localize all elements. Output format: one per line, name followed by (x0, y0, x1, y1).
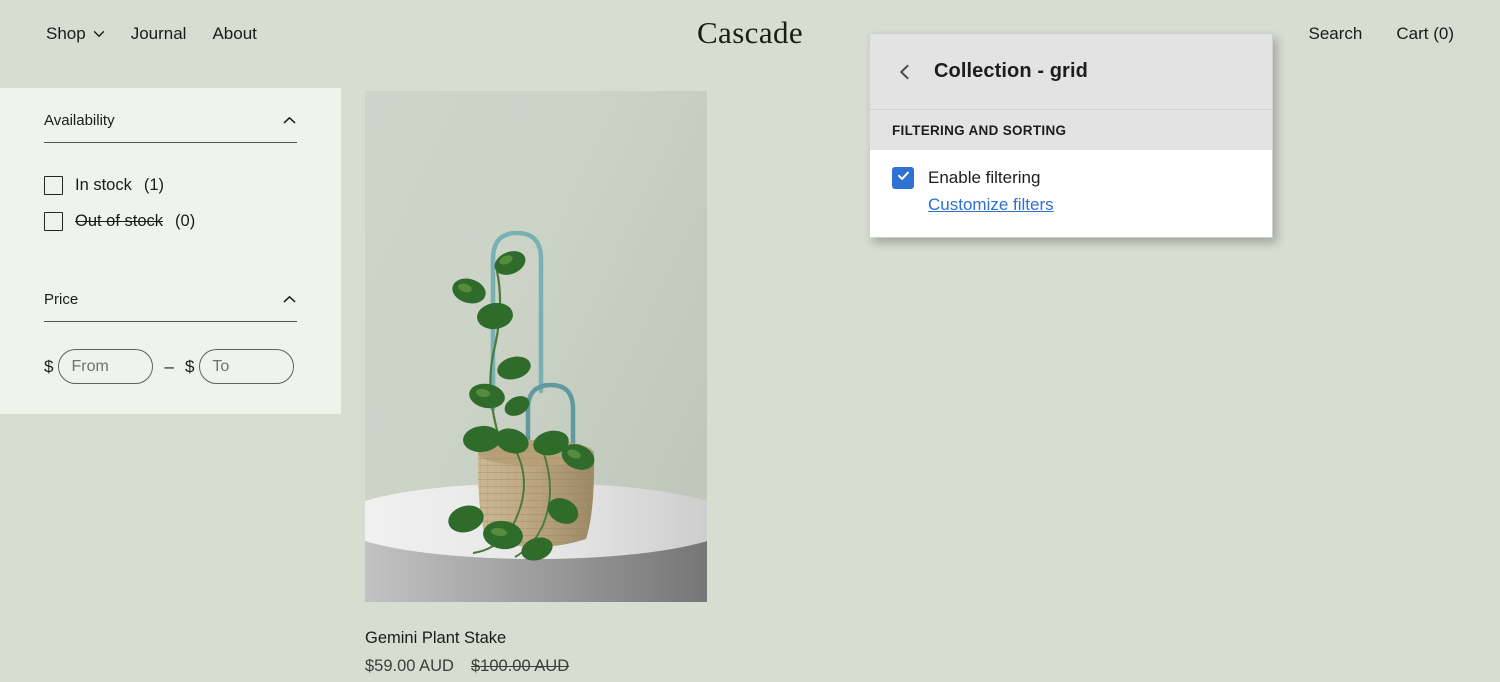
panel-section-title: FILTERING AND SORTING (870, 110, 1272, 150)
filter-group-price-title: Price (44, 291, 79, 308)
nav-item-shop[interactable]: Shop (46, 25, 105, 42)
filter-group-availability: Availability In stock (1) Out of stock (… (44, 98, 297, 239)
checkbox-enable-filtering[interactable] (892, 167, 914, 189)
nav-item-shop-label: Shop (46, 23, 86, 43)
currency-symbol-from: $ (44, 356, 54, 376)
site-header: Shop Journal About Cascade Search Cart (… (0, 0, 1500, 66)
panel-header: Collection - grid (870, 34, 1272, 110)
product-image[interactable] (365, 91, 707, 602)
currency-symbol-to: $ (184, 356, 195, 376)
product-photo-illustration (365, 91, 707, 602)
enable-filtering-label: Enable filtering (928, 168, 1041, 187)
product-price-current: $59.00 AUD (365, 656, 454, 675)
price-range-separator: – (164, 356, 174, 376)
price-from-input[interactable] (58, 349, 154, 384)
filter-sidebar: Availability In stock (1) Out of stock (… (0, 88, 341, 414)
customize-filters-link[interactable]: Customize filters (928, 195, 1054, 215)
filter-option-out-of-stock-label: Out of stock (75, 211, 164, 230)
filter-group-price-header[interactable]: Price (44, 291, 297, 322)
filter-option-out-of-stock-count: (0) (175, 211, 196, 230)
nav-item-about[interactable]: About (212, 25, 256, 42)
panel-title: Collection - grid (934, 60, 1088, 82)
cart-link[interactable]: Cart (0) (1396, 25, 1454, 42)
theme-editor-panel: Collection - grid FILTERING AND SORTING … (869, 33, 1273, 238)
nav-item-journal-label: Journal (130, 23, 187, 43)
chevron-down-icon (93, 28, 105, 40)
primary-navigation: Shop Journal About (46, 25, 697, 42)
checkbox-in-stock[interactable] (44, 175, 63, 195)
product-card[interactable]: Gemini Plant Stake $59.00 AUD $100.00 AU… (365, 91, 707, 676)
product-title[interactable]: Gemini Plant Stake (365, 629, 707, 649)
chevron-up-icon[interactable] (282, 113, 297, 128)
product-price-block: $59.00 AUD $100.00 AUD (365, 657, 707, 676)
price-to-input[interactable] (199, 349, 295, 384)
filter-option-in-stock-count: (1) (143, 175, 165, 194)
nav-item-about-label: About (212, 23, 257, 43)
filter-group-availability-options: In stock (1) Out of stock (0) (44, 143, 297, 239)
filter-option-in-stock-label: In stock (75, 175, 132, 194)
chevron-left-icon[interactable] (892, 59, 918, 85)
filter-group-price: Price $ – $ (44, 239, 297, 384)
nav-item-journal[interactable]: Journal (131, 25, 187, 42)
price-range-row: $ – $ (44, 322, 297, 384)
filter-option-out-of-stock[interactable]: Out of stock (0) (44, 203, 297, 239)
site-logo[interactable]: Cascade (697, 15, 803, 51)
enable-filtering-row[interactable]: Enable filtering (892, 167, 1250, 189)
checkmark-icon (896, 168, 911, 188)
filter-option-in-stock[interactable]: In stock (1) (44, 167, 297, 203)
filter-group-availability-title: Availability (44, 112, 115, 129)
checkbox-out-of-stock[interactable] (44, 211, 63, 231)
panel-body: Enable filtering Customize filters (870, 150, 1272, 237)
product-price-compare: $100.00 AUD (470, 656, 570, 675)
search-link[interactable]: Search (1309, 25, 1363, 42)
filter-group-availability-header[interactable]: Availability (44, 112, 297, 143)
chevron-up-icon[interactable] (282, 292, 297, 307)
